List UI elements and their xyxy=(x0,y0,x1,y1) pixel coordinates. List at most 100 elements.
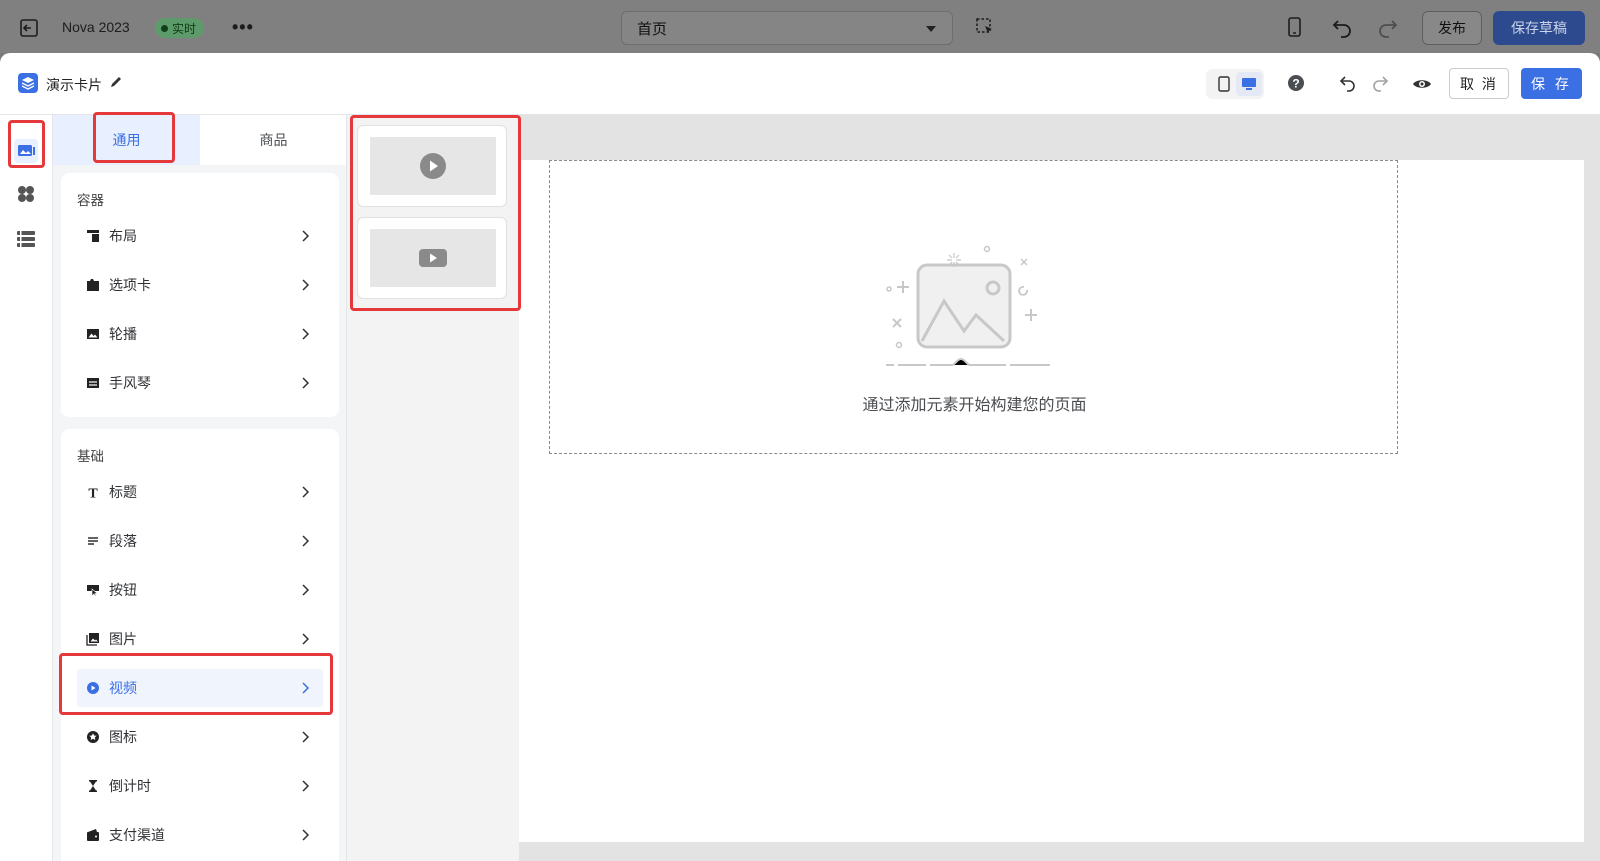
video-variant-circle-play[interactable] xyxy=(357,125,507,207)
pencil-icon[interactable] xyxy=(108,74,124,90)
star-icon xyxy=(85,729,101,745)
redo-icon[interactable] xyxy=(1376,16,1400,40)
publish-button[interactable]: 发布 xyxy=(1422,11,1482,45)
status-dot-icon xyxy=(161,24,168,32)
paragraph-icon xyxy=(85,533,101,549)
element-item-label: 支付渠道 xyxy=(109,827,165,843)
element-variants-panel xyxy=(347,115,519,861)
element-item-paragraph[interactable]: 段落 xyxy=(77,522,323,560)
carousel-icon xyxy=(85,326,101,342)
chevron-right-icon xyxy=(302,230,310,242)
empty-image-illustration-icon xyxy=(886,245,1050,366)
element-item-layout[interactable]: 布局 xyxy=(77,217,323,255)
svg-text:?: ? xyxy=(1292,77,1299,91)
more-actions-button[interactable]: ••• xyxy=(232,17,254,38)
element-item-accordion[interactable]: 手风琴 xyxy=(77,364,323,402)
element-item-image[interactable]: 图片 xyxy=(77,620,323,658)
apps-icon xyxy=(18,186,34,202)
chevron-right-icon xyxy=(302,377,310,389)
group-basics: 基础 T 标题 段落 按钮 图片 视频 图标 倒计时 支付渠道 xyxy=(61,429,339,861)
element-item-label: 轮播 xyxy=(109,326,137,342)
store-name: Nova 2023 xyxy=(62,19,130,35)
video-variant-rounded-play[interactable] xyxy=(357,217,507,299)
sections-list-icon xyxy=(17,231,35,247)
save-draft-button[interactable]: 保存草稿 xyxy=(1493,11,1585,45)
editor-topbar: Nova 2023 实时 ••• 首页 发布 保存草稿 xyxy=(0,0,1600,53)
accordion-icon xyxy=(85,375,101,391)
page-canvas: 通过添加元素开始构建您的页面 xyxy=(519,115,1600,861)
preview-eye-icon[interactable] xyxy=(1411,73,1433,95)
help-icon[interactable]: ? xyxy=(1286,73,1306,93)
tab-general[interactable]: 通用 xyxy=(53,115,200,165)
element-item-label: 选项卡 xyxy=(109,277,151,293)
mobile-icon xyxy=(1218,76,1230,92)
live-badge-label: 实时 xyxy=(172,21,197,36)
modal-header: 演示卡片 ? 取 消 保 存 xyxy=(0,53,1600,115)
chevron-right-icon xyxy=(302,731,310,743)
empty-drop-zone[interactable]: 通过添加元素开始构建您的页面 xyxy=(549,160,1398,454)
group-containers: 容器 布局 选项卡 轮播 手风琴 xyxy=(61,173,339,417)
page-preview: 通过添加元素开始构建您的页面 xyxy=(519,160,1584,842)
tabs-icon xyxy=(85,277,101,293)
modal-title: 演示卡片 xyxy=(46,77,102,93)
undo-icon[interactable] xyxy=(1330,16,1354,40)
cancel-button[interactable]: 取 消 xyxy=(1449,68,1509,99)
element-item-icon[interactable]: 图标 xyxy=(77,718,323,756)
element-item-tabs[interactable]: 选项卡 xyxy=(77,266,323,304)
chevron-right-icon xyxy=(302,633,310,645)
element-item-payment-methods[interactable]: 支付渠道 xyxy=(77,816,323,854)
chevron-right-icon xyxy=(302,279,310,291)
chevron-right-icon xyxy=(302,682,310,694)
element-item-button[interactable]: 按钮 xyxy=(77,571,323,609)
exit-icon[interactable] xyxy=(18,17,40,39)
media-elements-icon xyxy=(18,145,35,156)
empty-state-message: 通过添加元素开始构建您的页面 xyxy=(862,397,1087,414)
element-item-label: 段落 xyxy=(109,533,137,549)
element-item-label: 视频 xyxy=(109,680,137,696)
rail-sections-button[interactable] xyxy=(15,227,37,249)
rail-elements-button[interactable] xyxy=(14,139,38,163)
element-item-video[interactable]: 视频 xyxy=(77,669,323,707)
play-button-icon xyxy=(419,249,447,267)
mobile-view-button[interactable] xyxy=(1212,72,1236,96)
svg-text:T: T xyxy=(88,487,98,500)
page-selector[interactable]: 首页 xyxy=(621,11,953,45)
rail-apps-button[interactable] xyxy=(15,183,37,205)
group-title-basics: 基础 xyxy=(77,449,104,464)
element-item-label: 手风琴 xyxy=(109,375,151,391)
layers-icon xyxy=(18,73,38,93)
chevron-right-icon xyxy=(302,486,310,498)
undo-icon[interactable] xyxy=(1338,73,1358,93)
element-category-panel: 通用 商品 容器 布局 选项卡 轮播 手风琴 基础 T 标题 段落 按钮 图片 … xyxy=(53,115,347,861)
mobile-preview-icon[interactable] xyxy=(1283,16,1305,38)
chevron-right-icon xyxy=(302,535,310,547)
video-icon xyxy=(85,680,101,696)
element-picker-modal: 演示卡片 ? 取 消 保 存 通用 商品 容器 布局 选项卡 轮播 手风琴 基础… xyxy=(0,53,1600,861)
wallet-icon xyxy=(85,827,101,843)
play-circle-icon xyxy=(420,153,446,179)
chevron-right-icon xyxy=(302,328,310,340)
caret-down-icon xyxy=(926,26,936,32)
element-item-countdown[interactable]: 倒计时 xyxy=(77,767,323,805)
redo-icon[interactable] xyxy=(1370,73,1390,93)
tab-products[interactable]: 商品 xyxy=(200,115,346,165)
element-item-heading[interactable]: T 标题 xyxy=(77,473,323,511)
category-tabs: 通用 商品 xyxy=(53,115,346,165)
chevron-right-icon xyxy=(302,829,310,841)
desktop-icon xyxy=(1242,78,1256,90)
element-item-label: 按钮 xyxy=(109,582,137,598)
heading-icon: T xyxy=(85,484,101,500)
element-item-carousel[interactable]: 轮播 xyxy=(77,315,323,353)
desktop-view-button[interactable] xyxy=(1236,72,1262,96)
group-title-containers: 容器 xyxy=(77,193,104,208)
element-item-label: 图标 xyxy=(109,729,137,745)
chevron-right-icon xyxy=(302,780,310,792)
variant-thumbnail xyxy=(370,137,496,195)
save-button[interactable]: 保 存 xyxy=(1521,68,1582,99)
section-rail xyxy=(0,115,53,861)
image-icon xyxy=(85,631,101,647)
button-icon xyxy=(85,582,101,598)
select-element-icon[interactable] xyxy=(976,18,994,36)
layout-icon xyxy=(85,228,101,244)
element-item-label: 图片 xyxy=(109,631,137,647)
